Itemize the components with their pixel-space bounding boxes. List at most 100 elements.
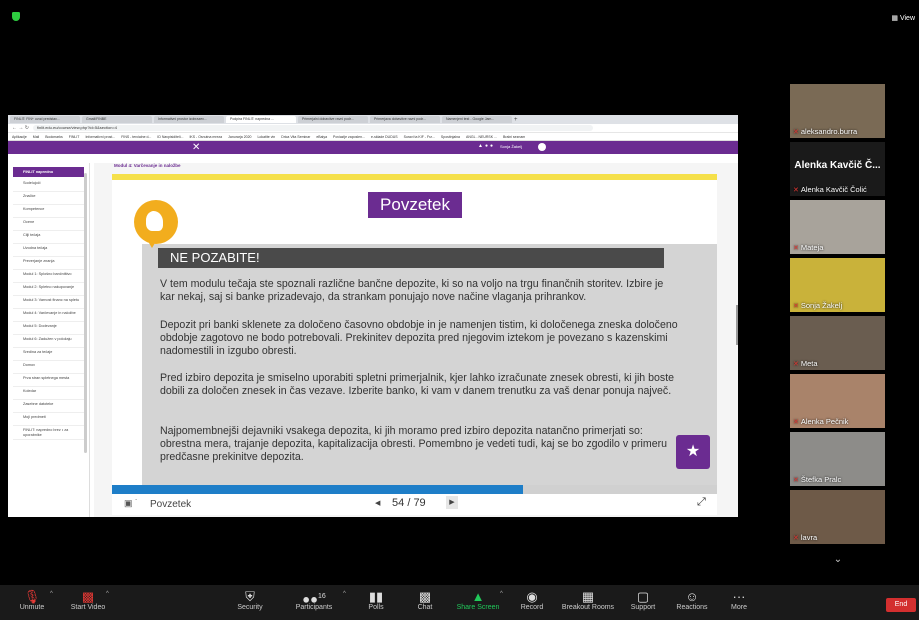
- bookmark-item[interactable]: Lokatite vin: [257, 135, 275, 139]
- bookmark-item[interactable]: FINLIT: [69, 135, 80, 139]
- sidebar-item[interactable]: Koledar: [13, 387, 84, 400]
- sidebar-item[interactable]: Domov: [13, 361, 84, 374]
- chat-button[interactable]: ▩ Chat: [411, 589, 439, 611]
- user-name[interactable]: Sonja Žakelj: [500, 144, 522, 149]
- reactions-button[interactable]: ☺ Reactions: [673, 589, 711, 611]
- unmute-button[interactable]: 🎙 Unmute ^: [14, 589, 53, 611]
- participant-name-text: Sonja Žakelj: [800, 301, 843, 310]
- support-button[interactable]: ▢ Support: [627, 589, 659, 611]
- support-label: Support: [630, 604, 656, 611]
- breadcrumb[interactable]: Modul 4: Varčevanje in naložbe: [114, 163, 181, 168]
- record-icon: ◉: [526, 589, 538, 604]
- nav-arrows-icon[interactable]: ← → ↻: [12, 125, 29, 131]
- browser-tab[interactable]: Gmail/FINBE: [82, 116, 152, 123]
- chevron-up-icon[interactable]: ^: [50, 591, 53, 597]
- browser-tab-active[interactable]: Podpira FINLIT: napredna ...: [226, 116, 296, 123]
- sidebar-item[interactable]: Značke: [13, 192, 84, 205]
- bookmark-item[interactable]: Bookmarks: [45, 135, 63, 139]
- security-shield-icon[interactable]: [12, 12, 20, 21]
- security-button[interactable]: ⛨ Security: [232, 589, 268, 611]
- avatar[interactable]: [538, 143, 546, 151]
- start-video-button[interactable]: ▩ Start Video ^: [68, 589, 109, 611]
- sidebar-item[interactable]: Prva stran spletnega mesta: [13, 374, 84, 387]
- sidebar-item[interactable]: Modul 4: Varčevanje in naložbe: [13, 309, 84, 322]
- chevron-down-icon[interactable]: ⌄: [820, 551, 856, 569]
- next-slide-button[interactable]: ▶: [446, 496, 458, 509]
- participant-name: ✕ Sonja Žakelj: [793, 301, 842, 310]
- view-button[interactable]: ▦ View: [891, 14, 915, 22]
- participant-tile[interactable]: Alenka Kavčič Č... ✕ Alenka Kavčič Čolić: [790, 142, 885, 196]
- bookmark-item[interactable]: ID Navpisiditeli...: [157, 135, 183, 139]
- breakout-rooms-button[interactable]: ▦ Breakout Rooms: [560, 589, 616, 611]
- bookmark-item[interactable]: Drica Vita Seminar: [281, 135, 310, 139]
- sidebar-item[interactable]: Modul 3: Varnost financ na spletu: [13, 296, 84, 309]
- sidebar-item[interactable]: Cilji tečaja: [13, 231, 84, 244]
- bookmark-item[interactable]: Informativni prost...: [85, 135, 115, 139]
- share-screen-button[interactable]: ▲ Share Screen ^: [455, 589, 503, 611]
- sidebar-item[interactable]: Modul 5: Dodevanje: [13, 322, 84, 335]
- fullscreen-icon[interactable]: ⤢: [697, 496, 706, 509]
- sidebar-item[interactable]: Sodelujoči: [13, 179, 84, 192]
- page-scrollbar[interactable]: [736, 305, 738, 345]
- bookmark-item[interactable]: IKS - Osnutna mreza: [189, 135, 222, 139]
- bookmark-item[interactable]: Aplikacije: [12, 135, 27, 139]
- participant-name: ✕ Mateja: [793, 243, 823, 252]
- bookmark-item[interactable]: eBalya: [316, 135, 327, 139]
- participant-tile[interactable]: ✕ Sonja Žakelj: [790, 258, 885, 312]
- browser-tab[interactable]: FINLIT: FIN+ uvod predstav...: [10, 116, 80, 123]
- reactions-label: Reactions: [676, 604, 708, 611]
- sidebar-item[interactable]: Preverjanje znanja: [13, 257, 84, 270]
- sidebar-scrollbar[interactable]: [84, 173, 87, 453]
- notification-icons[interactable]: ▲●●: [478, 143, 495, 149]
- progress-fill: [112, 485, 524, 494]
- bookmark-item[interactable]: Poviazlje zaposlen...: [333, 135, 365, 139]
- sidebar-item[interactable]: Zasebne datoteke: [13, 400, 84, 413]
- bookmark-item[interactable]: Bralni seznam: [503, 135, 525, 139]
- sidebar-item[interactable]: Kompetence: [13, 205, 84, 218]
- browser-tab[interactable]: Primerjalni dobavitve ravni podr...: [298, 116, 368, 123]
- participant-name-text: Mateja: [800, 243, 824, 252]
- participant-tile[interactable]: ✕ lavra: [790, 490, 885, 544]
- sidebar-item[interactable]: FINLIT: napredno brez • za uporabnike: [13, 426, 84, 440]
- bookmark-item[interactable]: Janurarja 2020: [228, 135, 251, 139]
- more-button[interactable]: ··· More: [725, 589, 753, 611]
- new-tab-icon[interactable]: +: [514, 117, 518, 123]
- bookmark-item[interactable]: Suravi ta KIF - Frz...: [404, 135, 435, 139]
- close-icon[interactable]: ✕: [192, 142, 200, 153]
- chevron-up-icon[interactable]: ^: [500, 591, 503, 597]
- muted-mic-icon: ✕: [793, 477, 799, 484]
- sidebar-item[interactable]: Modul 6: Zadužen v položaju: [13, 335, 84, 348]
- sidebar-item[interactable]: Uvodna tečaja: [13, 244, 84, 257]
- chevron-up-icon[interactable]: ^: [343, 591, 346, 597]
- bookmark-item[interactable]: e-sklade DUDUS: [371, 135, 398, 139]
- browser-tab[interactable]: Primerjava dobavitve ravni podr...: [370, 116, 440, 123]
- record-button[interactable]: ◉ Record: [517, 589, 547, 611]
- bookmark-item[interactable]: ANGL - NEURSK ...: [466, 135, 497, 139]
- participant-tile[interactable]: ✕ Meta: [790, 316, 885, 370]
- bookmark-item[interactable]: FINS - tercialne d...: [121, 135, 151, 139]
- reactions-icon: ☺: [685, 589, 699, 604]
- sidebar-item[interactable]: Sredina za tečaje: [13, 348, 84, 361]
- participant-tile[interactable]: ✕ Alenka Pečnik: [790, 374, 885, 428]
- browser-tab[interactable]: Namenjeni test - Google Jam...: [442, 116, 512, 123]
- chevron-up-icon[interactable]: ^: [106, 591, 109, 597]
- prev-slide-button[interactable]: ◀: [375, 499, 380, 507]
- participants-button[interactable]: ●●16 Participants ^: [292, 589, 346, 611]
- slide-progress-bar[interactable]: [112, 485, 717, 494]
- participant-tile[interactable]: ✕ aleksandro.burra: [790, 84, 885, 138]
- slides-menu-icon[interactable]: ▣ ˙: [124, 498, 138, 509]
- participant-name: ✕ Alenka Pečnik: [793, 417, 848, 426]
- sidebar-item[interactable]: Modul 2: Spletno nakupovanje: [13, 283, 84, 296]
- bookmark-item[interactable]: Spositnjalna: [441, 135, 460, 139]
- polls-button[interactable]: ▮▮ Polls: [362, 589, 390, 611]
- end-meeting-button[interactable]: End: [886, 598, 916, 612]
- participant-tile[interactable]: ✕ Mateja: [790, 200, 885, 254]
- participant-tile[interactable]: ✕ Štefka Pralc: [790, 432, 885, 486]
- browser-tab[interactable]: Informativni prostor izobrazev...: [154, 116, 224, 123]
- sidebar-item[interactable]: Ocene: [13, 218, 84, 231]
- sidebar-item[interactable]: Moji predmeti: [13, 413, 84, 426]
- sidebar-item[interactable]: Modul 1: Splošno bančništvo: [13, 270, 84, 283]
- sidebar-header[interactable]: FINLIT napredno: [13, 167, 84, 177]
- address-bar[interactable]: finlit.edu.eu/course/view.php?id=5&secti…: [32, 125, 593, 131]
- bookmark-item[interactable]: Mail: [33, 135, 39, 139]
